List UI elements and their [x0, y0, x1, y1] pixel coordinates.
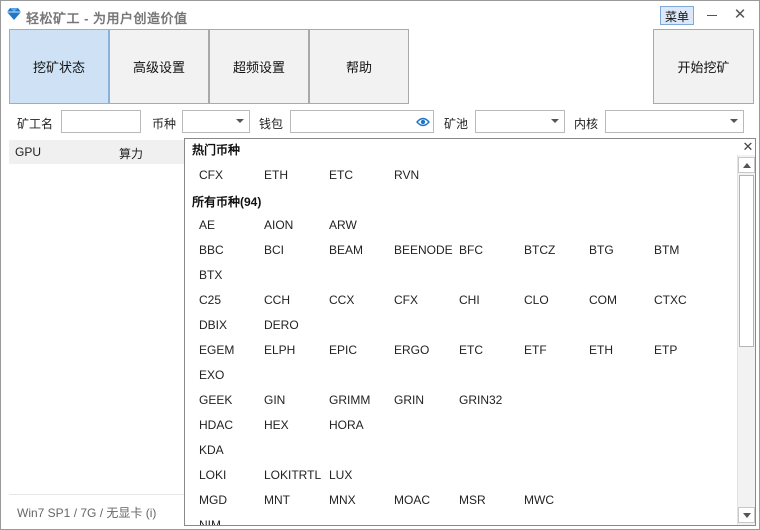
coin-item[interactable]: EXO	[199, 368, 224, 382]
wallet-input[interactable]	[290, 110, 434, 133]
coin-item[interactable]: MGD	[199, 493, 227, 507]
coin-item[interactable]: HDAC	[199, 418, 233, 432]
coin-item[interactable]: ETH	[589, 343, 613, 357]
coin-item[interactable]: BTX	[199, 268, 222, 282]
tab-overclock-settings[interactable]: 超频设置	[209, 29, 309, 104]
coin-item[interactable]: ETF	[524, 343, 547, 357]
coin-item[interactable]: KDA	[199, 443, 224, 457]
miner-name-label: 矿工名	[17, 117, 54, 131]
coin-item[interactable]: LOKI	[199, 468, 226, 482]
coin-item[interactable]: ETH	[264, 168, 288, 182]
all-coins-title: 所有币种(94)	[192, 195, 262, 209]
coin-item[interactable]: GRIN	[394, 393, 424, 407]
scrollbar-thumb[interactable]	[739, 175, 754, 347]
tab-mining-status[interactable]: 挖矿状态	[9, 29, 109, 104]
scrollbar[interactable]	[737, 155, 755, 525]
coin-select-popup: 热门币种 所有币种(94) CFX ETH ETC RVN AE AION ARW BBC BC…	[184, 138, 756, 526]
scroll-down-icon[interactable]	[738, 507, 755, 523]
start-mining-button[interactable]: 开始挖矿	[653, 29, 754, 104]
coin-item[interactable]: DBIX	[199, 318, 227, 332]
coin-item[interactable]: EGEM	[199, 343, 234, 357]
coin-item[interactable]: CHI	[459, 293, 480, 307]
menu-button[interactable]: 菜单	[660, 6, 695, 25]
coin-item[interactable]: CLO	[524, 293, 549, 307]
coin-item[interactable]: BEENODE	[394, 243, 453, 257]
window-title: 轻松矿工 - 为用户创造价值	[26, 11, 188, 26]
coin-item[interactable]: BBC	[199, 243, 224, 257]
chevron-down-icon	[551, 119, 559, 123]
gpu-table-header: GPU 算力	[9, 140, 184, 164]
coin-item[interactable]: NIM	[199, 518, 221, 525]
title-bar: 轻松矿工 - 为用户创造价值 菜单 ✕	[1, 1, 759, 29]
coin-item[interactable]: CTXC	[654, 293, 687, 307]
coin-item[interactable]: BTG	[589, 243, 614, 257]
close-icon[interactable]: ✕	[741, 140, 755, 154]
hashrate-column-header: 算力	[119, 147, 144, 161]
coin-item[interactable]: MSR	[459, 493, 486, 507]
coin-item[interactable]: BFC	[459, 243, 483, 257]
coin-item[interactable]: COM	[589, 293, 617, 307]
chevron-down-icon	[730, 119, 738, 123]
pool-select[interactable]	[475, 110, 565, 133]
coin-item[interactable]: LUX	[329, 468, 352, 482]
gpu-column-header: GPU	[15, 145, 42, 159]
coin-item[interactable]: CFX	[394, 293, 418, 307]
app-window: 轻松矿工 - 为用户创造价值 菜单 ✕ 挖矿状态 高级设置 超频设置 帮助 开始…	[0, 0, 760, 530]
eye-icon[interactable]	[416, 116, 430, 128]
coin-select[interactable]	[182, 110, 250, 133]
wallet-label: 钱包	[259, 117, 284, 131]
coin-item[interactable]: BTM	[654, 243, 679, 257]
coin-item[interactable]: MNX	[329, 493, 356, 507]
coin-item[interactable]: MNT	[264, 493, 290, 507]
coin-item[interactable]: AE	[199, 218, 215, 232]
coin-item[interactable]: GIN	[264, 393, 285, 407]
coin-item[interactable]: BTCZ	[524, 243, 555, 257]
coin-item[interactable]: MWC	[524, 493, 554, 507]
coin-item[interactable]: BCI	[264, 243, 284, 257]
kernel-label: 内核	[574, 117, 599, 131]
tab-advanced-settings[interactable]: 高级设置	[109, 29, 209, 104]
scroll-up-icon[interactable]	[738, 157, 755, 173]
coin-item[interactable]: ELPH	[264, 343, 295, 357]
coin-label: 币种	[152, 117, 177, 131]
coin-item[interactable]: AION	[264, 218, 293, 232]
coin-item[interactable]: HORA	[329, 418, 364, 432]
coin-item[interactable]: ARW	[329, 218, 357, 232]
coin-item[interactable]: CCX	[329, 293, 354, 307]
coin-item[interactable]: C25	[199, 293, 221, 307]
miner-name-input[interactable]	[61, 110, 141, 133]
coin-item[interactable]: CFX	[199, 168, 223, 182]
coin-item[interactable]: ETC	[459, 343, 483, 357]
tab-help[interactable]: 帮助	[309, 29, 409, 104]
coin-item[interactable]: ETP	[654, 343, 677, 357]
coin-item[interactable]: GRIN32	[459, 393, 502, 407]
chevron-down-icon	[236, 119, 244, 123]
pool-label: 矿池	[444, 117, 469, 131]
system-status-text: Win7 SP1 / 7G / 无显卡 (i)	[17, 506, 157, 520]
status-divider	[9, 494, 184, 495]
coin-item[interactable]: RVN	[394, 168, 419, 182]
coin-item[interactable]: MOAC	[394, 493, 430, 507]
coin-item[interactable]: DERO	[264, 318, 299, 332]
coin-item[interactable]: BEAM	[329, 243, 363, 257]
coin-list: 热门币种 所有币种(94) CFX ETH ETC RVN AE AION ARW BBC BC…	[185, 139, 737, 525]
coin-item[interactable]: GEEK	[199, 393, 232, 407]
coin-item[interactable]: ETC	[329, 168, 353, 182]
coin-item[interactable]: LOKITRTL	[264, 468, 321, 482]
hot-coins-title: 热门币种	[192, 143, 241, 157]
coin-item[interactable]: ERGO	[394, 343, 429, 357]
close-icon[interactable]: ✕	[732, 7, 748, 23]
coin-item[interactable]: HEX	[264, 418, 289, 432]
coin-item[interactable]: CCH	[264, 293, 290, 307]
kernel-select[interactable]	[605, 110, 744, 133]
minimize-icon[interactable]	[704, 7, 720, 23]
coin-item[interactable]: GRIMM	[329, 393, 370, 407]
diamond-logo-icon	[7, 8, 21, 20]
coin-item[interactable]: EPIC	[329, 343, 357, 357]
